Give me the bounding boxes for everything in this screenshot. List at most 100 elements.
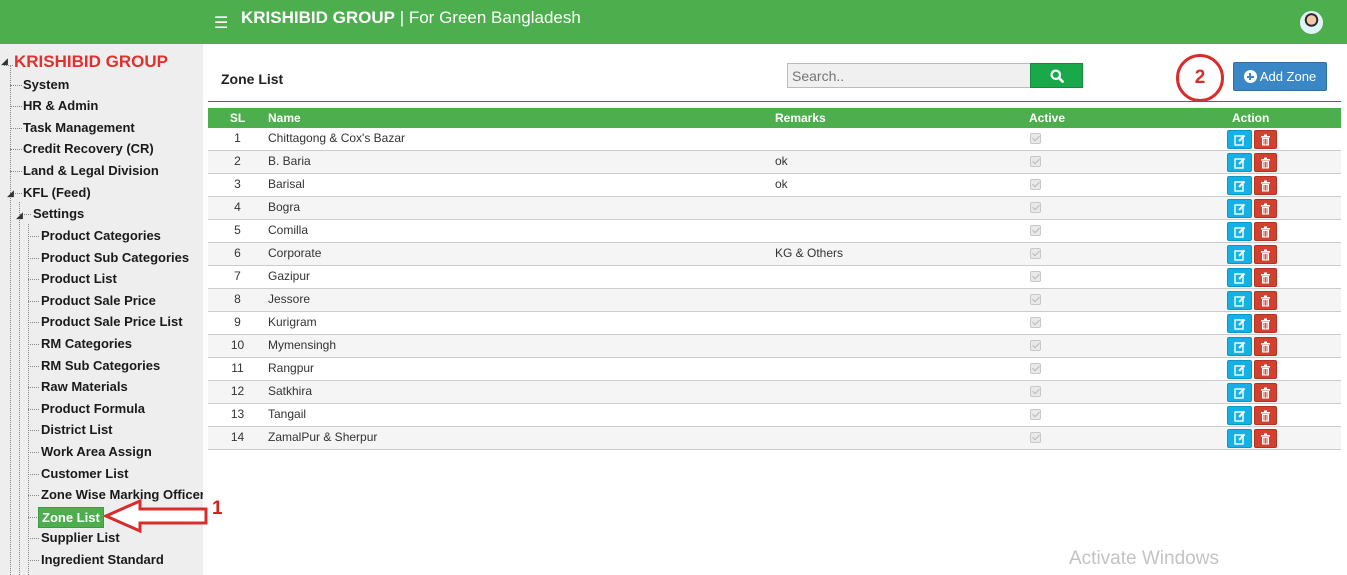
delete-button[interactable] — [1254, 314, 1277, 333]
edit-button[interactable] — [1227, 153, 1252, 172]
edit-button[interactable] — [1227, 337, 1252, 356]
active-checkbox[interactable] — [1030, 202, 1041, 213]
edit-button[interactable] — [1227, 199, 1252, 218]
sidebar-item-ingredient-standard[interactable]: Ingredient Standard — [41, 552, 164, 567]
edit-icon — [1233, 433, 1245, 445]
sidebar-item-product-sale-price[interactable]: Product Sale Price — [41, 293, 156, 308]
sidebar-item-customer-list[interactable]: Customer List — [41, 466, 128, 481]
windows-activation-watermark: Activate Windows — [1069, 548, 1219, 569]
delete-button[interactable] — [1254, 130, 1277, 149]
trash-icon — [1261, 410, 1270, 421]
cell-sl: 11 — [231, 361, 244, 375]
sidebar-item-task-management[interactable]: Task Management — [23, 120, 135, 135]
sidebar-item-rm-sub-categories[interactable]: RM Sub Categories — [41, 358, 160, 373]
cell-sl: 3 — [234, 177, 241, 191]
edit-button[interactable] — [1227, 245, 1252, 264]
collapse-settings-icon[interactable]: ◢ — [16, 210, 23, 221]
edit-button[interactable] — [1227, 314, 1252, 333]
edit-icon — [1233, 410, 1245, 422]
add-zone-button[interactable]: Add Zone — [1233, 62, 1327, 91]
active-checkbox[interactable] — [1030, 179, 1041, 190]
trash-icon — [1261, 203, 1270, 214]
sidebar-item-zone-list[interactable]: Zone List — [38, 507, 104, 528]
search-button[interactable] — [1030, 63, 1083, 88]
sidebar-item-raw-materials[interactable]: Raw Materials — [41, 379, 128, 394]
delete-button[interactable] — [1254, 222, 1277, 241]
delete-button[interactable] — [1254, 406, 1277, 425]
active-checkbox[interactable] — [1030, 340, 1041, 351]
table-row: 14 ZamalPur & Sherpur — [208, 427, 1341, 450]
delete-button[interactable] — [1254, 383, 1277, 402]
active-checkbox[interactable] — [1030, 271, 1041, 282]
trash-icon — [1261, 249, 1270, 260]
edit-button[interactable] — [1227, 360, 1252, 379]
trash-icon — [1261, 180, 1270, 191]
delete-button[interactable] — [1254, 176, 1277, 195]
active-checkbox[interactable] — [1030, 363, 1041, 374]
sidebar-item-land-legal-division[interactable]: Land & Legal Division — [23, 163, 159, 178]
sidebar-item-product-list[interactable]: Product List — [41, 271, 117, 286]
edit-button[interactable] — [1227, 176, 1252, 195]
edit-icon — [1233, 272, 1245, 284]
edit-icon — [1233, 295, 1245, 307]
active-checkbox[interactable] — [1030, 156, 1041, 167]
active-checkbox[interactable] — [1030, 294, 1041, 305]
cell-sl: 10 — [230, 338, 245, 352]
edit-icon — [1233, 249, 1245, 261]
edit-button[interactable] — [1227, 383, 1252, 402]
cell-sl: 13 — [230, 407, 245, 421]
active-checkbox[interactable] — [1030, 409, 1041, 420]
sidebar-item-kfl-feed[interactable]: KFL (Feed) — [23, 185, 91, 200]
delete-button[interactable] — [1254, 429, 1277, 448]
sidebar-item-hr-admin[interactable]: HR & Admin — [23, 98, 98, 113]
sidebar-item-product-sub-categories[interactable]: Product Sub Categories — [41, 250, 189, 265]
trash-icon — [1261, 295, 1270, 306]
sidebar-item-product-formula[interactable]: Product Formula — [41, 401, 145, 416]
cell-name: Gazipur — [268, 269, 311, 283]
edit-button[interactable] — [1227, 222, 1252, 241]
table-row: 13 Tangail — [208, 404, 1341, 427]
trash-icon — [1261, 318, 1270, 329]
edit-icon — [1233, 226, 1245, 238]
sidebar-item-product-sale-price-list[interactable]: Product Sale Price List — [41, 314, 183, 329]
sidebar-item-credit-recovery-cr[interactable]: Credit Recovery (CR) — [23, 141, 154, 156]
tree-root[interactable]: KRISHIBID GROUP — [14, 52, 168, 72]
sidebar-item-rm-categories[interactable]: RM Categories — [41, 336, 132, 351]
cell-sl: 8 — [234, 292, 241, 306]
active-checkbox[interactable] — [1030, 248, 1041, 259]
search-group — [787, 63, 1083, 88]
active-checkbox[interactable] — [1030, 386, 1041, 397]
delete-button[interactable] — [1254, 153, 1277, 172]
active-checkbox[interactable] — [1030, 432, 1041, 443]
cell-sl: 6 — [234, 246, 241, 260]
table-row: 1 Chittagong & Cox's Bazar — [208, 128, 1341, 151]
delete-button[interactable] — [1254, 199, 1277, 218]
delete-button[interactable] — [1254, 245, 1277, 264]
collapse-kfl-icon[interactable]: ◢ — [7, 188, 14, 199]
header-action: Action — [1232, 111, 1270, 125]
trash-icon — [1261, 134, 1270, 145]
hamburger-icon[interactable]: ☰ — [214, 13, 228, 33]
sidebar-item-system[interactable]: System — [23, 77, 69, 92]
active-checkbox[interactable] — [1030, 225, 1041, 236]
active-checkbox[interactable] — [1030, 133, 1041, 144]
delete-button[interactable] — [1254, 360, 1277, 379]
user-avatar-icon[interactable] — [1300, 11, 1323, 34]
sidebar-item-settings[interactable]: Settings — [33, 206, 84, 221]
active-checkbox[interactable] — [1030, 317, 1041, 328]
delete-button[interactable] — [1254, 291, 1277, 310]
sidebar-item-district-list[interactable]: District List — [41, 422, 113, 437]
edit-button[interactable] — [1227, 406, 1252, 425]
table-row: 9 Kurigram — [208, 312, 1341, 335]
edit-button[interactable] — [1227, 429, 1252, 448]
sidebar-item-work-area-assign[interactable]: Work Area Assign — [41, 444, 152, 459]
sidebar-item-product-categories[interactable]: Product Categories — [41, 228, 161, 243]
edit-button[interactable] — [1227, 268, 1252, 287]
edit-button[interactable] — [1227, 291, 1252, 310]
search-input[interactable] — [787, 63, 1031, 88]
edit-icon — [1233, 318, 1245, 330]
delete-button[interactable] — [1254, 337, 1277, 356]
header-name: Name — [268, 111, 301, 125]
delete-button[interactable] — [1254, 268, 1277, 287]
edit-button[interactable] — [1227, 130, 1252, 149]
